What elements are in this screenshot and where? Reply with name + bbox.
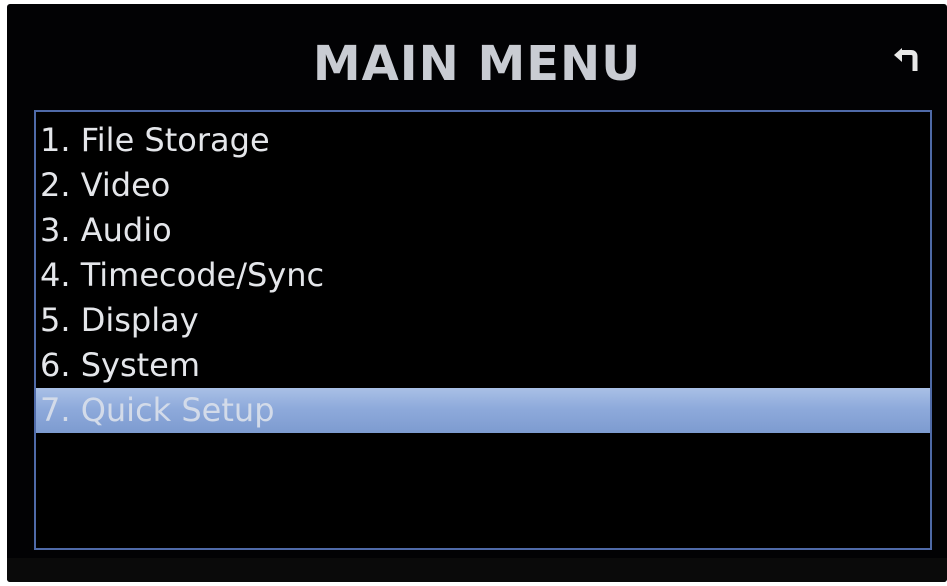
return-arrow-icon: [892, 45, 922, 79]
menu-item-timecode-sync[interactable]: 4. Timecode/Sync: [36, 253, 930, 298]
menu-item-system[interactable]: 6. System: [36, 343, 930, 388]
back-button[interactable]: [877, 34, 937, 90]
menu-item-video[interactable]: 2. Video: [36, 163, 930, 208]
page-title: MAIN MENU: [312, 36, 642, 92]
menu-item-quick-setup[interactable]: 7. Quick Setup: [36, 388, 930, 433]
device-screen: MAIN MENU 1. File Storage 2. Video 3. Au…: [7, 4, 947, 582]
menu-item-file-storage[interactable]: 1. File Storage: [36, 118, 930, 163]
menu-list: 1. File Storage 2. Video 3. Audio 4. Tim…: [36, 118, 930, 433]
menu-item-display[interactable]: 5. Display: [36, 298, 930, 343]
menu-item-audio[interactable]: 3. Audio: [36, 208, 930, 253]
bottom-bezel: [7, 558, 947, 582]
menu-frame: 1. File Storage 2. Video 3. Audio 4. Tim…: [34, 110, 932, 550]
